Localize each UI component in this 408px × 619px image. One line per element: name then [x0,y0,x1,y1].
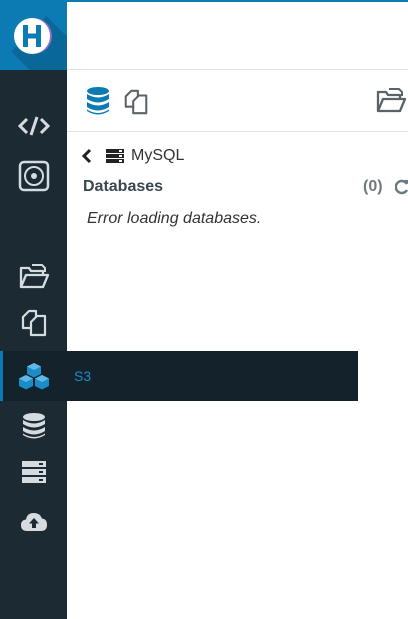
upload-nav-button[interactable] [0,501,67,543]
hue-logo[interactable] [0,0,67,70]
assist-toolbar [67,70,408,132]
folder-open-icon [19,264,49,289]
refresh-icon [394,179,408,195]
target-icon [18,160,49,192]
documents-icon [124,89,148,115]
breadcrumb[interactable]: MySQL [81,146,184,166]
assist-tab-files[interactable] [375,86,407,119]
cubes-icon [18,363,49,390]
editor-nav-button[interactable] [0,105,67,147]
top-header [67,2,408,70]
error-message: Error loading databases. [87,210,262,227]
server-icon [21,461,46,483]
breadcrumb-label: MySQL [131,147,185,164]
folder-open-icon [376,88,407,113]
database-icon [22,413,45,439]
refresh-button[interactable] [394,179,408,200]
chevron-left-icon[interactable] [81,148,93,164]
documents-nav-button[interactable] [0,302,67,344]
database-count: (0) [363,178,383,195]
assist-panel: MySQL Databases (0) Error loading databa… [67,132,408,619]
left-navigation [0,0,67,619]
code-icon [17,116,50,136]
databases-nav-button[interactable] [0,405,67,447]
assist-tab-documents[interactable] [122,88,150,121]
documents-icon [21,309,46,337]
s3-nav-button[interactable] [0,351,67,401]
scheduler-nav-button[interactable] [0,155,67,197]
section-title: Databases [83,178,164,195]
database-icon [87,87,109,115]
assist-tab-databases[interactable] [85,86,111,121]
files-nav-button[interactable] [0,255,67,297]
hue-logo-icon [14,18,52,54]
servers-nav-button[interactable] [0,451,67,493]
server-icon [106,149,124,163]
cloud-upload-icon [20,513,47,531]
